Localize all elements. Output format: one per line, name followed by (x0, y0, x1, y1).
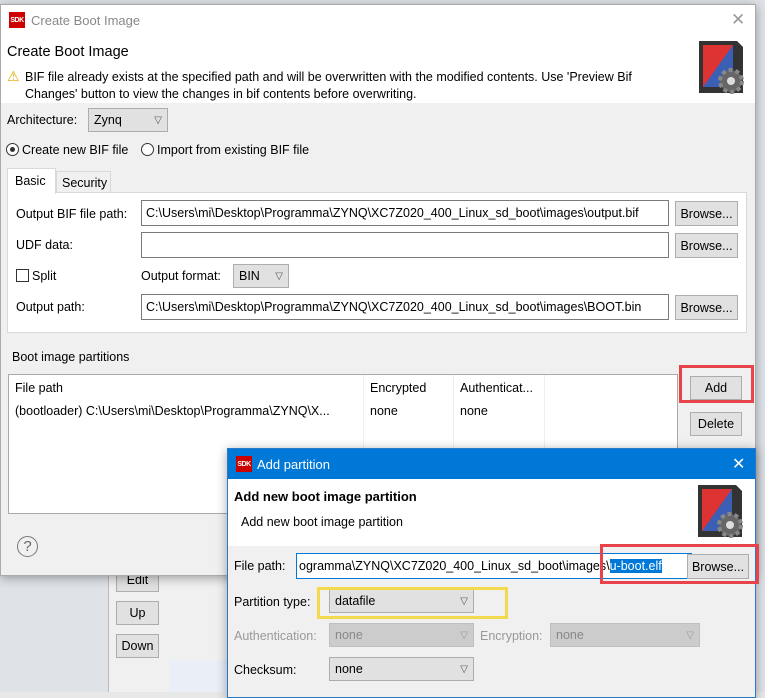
column-header-file-path[interactable]: File path (15, 381, 63, 395)
down-button[interactable]: Down (116, 634, 159, 658)
boot-image-gear-icon (696, 481, 744, 541)
split-checkbox[interactable]: Split (16, 269, 56, 283)
column-header-authentication[interactable]: Authenticat... (460, 381, 533, 395)
cell-encrypted: none (370, 404, 398, 418)
dialog-header: Add new boot image partition Add new boo… (228, 479, 755, 546)
output-bif-path-input[interactable]: C:\Users\mi\Desktop\Programma\ZYNQ\XC7Z0… (141, 200, 669, 226)
chevron-down-icon: ▽ (275, 270, 283, 282)
title-bar: SDK Add partition ✕ (228, 449, 755, 479)
add-button-highlight (679, 365, 754, 403)
partitions-label: Boot image partitions (12, 350, 130, 364)
tab-security-label: Security (62, 176, 108, 190)
window-title: Add partition (257, 457, 330, 472)
header-title: Add new boot image partition (234, 489, 417, 504)
radio-create-new-bif[interactable]: Create new BIF file (6, 143, 128, 157)
authentication-select[interactable]: none ▽ (329, 623, 474, 647)
output-format-label: Output format: (141, 269, 221, 283)
browse-output-button[interactable]: Browse... (675, 295, 738, 320)
authentication-label: Authentication: (234, 629, 317, 643)
radio-import-bif[interactable]: Import from existing BIF file (141, 143, 309, 157)
browse-bif-button[interactable]: Browse... (675, 201, 738, 226)
file-path-text: ogramma\ZYNQ\XC7Z020_400_Linux_sd_boot\i… (299, 559, 610, 573)
output-path-label: Output path: (16, 300, 85, 314)
checksum-value: none (335, 662, 363, 676)
delete-partition-button[interactable]: Delete (690, 412, 742, 436)
chevron-down-icon: ▽ (154, 114, 162, 126)
encryption-value: none (556, 628, 584, 642)
chevron-down-icon: ▽ (460, 629, 468, 641)
boot-image-gear-icon (697, 37, 745, 97)
header-subtitle: Add new boot image partition (241, 515, 403, 529)
browse-udf-button[interactable]: Browse... (675, 233, 738, 258)
tab-basic[interactable]: Basic (7, 168, 56, 194)
architecture-label: Architecture: (7, 113, 78, 127)
output-path-input[interactable]: C:\Users\mi\Desktop\Programma\ZYNQ\XC7Z0… (141, 294, 669, 320)
basic-tab-panel: Output BIF file path: C:\Users\mi\Deskto… (7, 192, 747, 333)
partition-type-highlight (317, 587, 508, 619)
tab-basic-label: Basic (15, 174, 46, 188)
file-path-highlight (600, 544, 759, 584)
radio-create-label: Create new BIF file (22, 143, 129, 157)
output-format-select[interactable]: BIN ▽ (233, 264, 289, 288)
checksum-select[interactable]: none ▽ (329, 657, 474, 681)
table-row[interactable]: (bootloader) C:\Users\mi\Desktop\Program… (9, 401, 677, 421)
authentication-value: none (335, 628, 363, 642)
checksum-label: Checksum: (234, 663, 297, 677)
encryption-label: Encryption: (480, 629, 543, 643)
radio-button-icon (141, 143, 154, 156)
chevron-down-icon: ▽ (460, 663, 468, 675)
warning-message: BIF file already exists at the specified… (25, 70, 632, 101)
file-path-label: File path: (234, 559, 286, 573)
radio-button-icon (6, 143, 19, 156)
header-title: Create Boot Image (7, 44, 129, 60)
radio-import-label: Import from existing BIF file (157, 143, 310, 157)
up-button[interactable]: Up (116, 601, 159, 625)
sdk-logo-icon: SDK (9, 12, 25, 28)
chevron-down-icon: ▽ (686, 629, 694, 641)
close-icon[interactable]: ✕ (732, 454, 745, 474)
title-bar: SDK Create Boot Image ✕ (1, 5, 755, 35)
close-icon[interactable]: ✕ (731, 10, 745, 30)
question-circle-icon[interactable]: ? (17, 536, 38, 557)
sdk-logo-icon: SDK (236, 456, 252, 472)
column-header-encrypted[interactable]: Encrypted (370, 381, 426, 395)
dialog-header: Create Boot Image ⚠ BIF file already exi… (1, 35, 755, 103)
cell-authentication: none (460, 404, 488, 418)
encryption-select[interactable]: none ▽ (550, 623, 700, 647)
background-list (170, 660, 230, 692)
tab-security[interactable]: Security (56, 171, 111, 193)
add-partition-dialog: SDK Add partition ✕ Add new boot image p… (227, 448, 759, 698)
udf-data-label: UDF data: (16, 238, 73, 252)
warning-icon: ⚠ (7, 68, 20, 84)
window-title: Create Boot Image (31, 13, 141, 28)
cell-file-path: (bootloader) C:\Users\mi\Desktop\Program… (15, 404, 330, 418)
partition-type-label: Partition type: (234, 595, 311, 609)
output-format-value: BIN (239, 269, 260, 283)
output-bif-label: Output BIF file path: (16, 207, 128, 221)
checkbox-icon (16, 269, 29, 282)
architecture-value: Zynq (94, 113, 122, 127)
split-label: Split (32, 269, 57, 283)
architecture-select[interactable]: Zynq ▽ (88, 108, 168, 132)
udf-data-input[interactable] (141, 232, 669, 258)
